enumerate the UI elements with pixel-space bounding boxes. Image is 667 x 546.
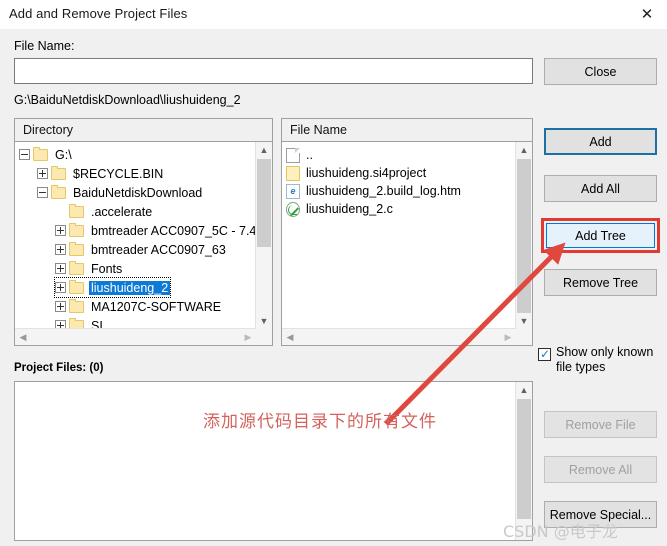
close-icon[interactable]: ✕ [635, 3, 659, 25]
expand-icon[interactable] [55, 244, 66, 255]
window-title: Add and Remove Project Files [9, 6, 188, 21]
show-known-file-types-label: Show only known file types [556, 345, 654, 374]
directory-panel-header: Directory [14, 118, 273, 142]
scroll-left-icon[interactable]: ◀ [282, 329, 298, 345]
file-name-list[interactable]: .. liushuideng.si4project e liushuideng_2.b… [281, 141, 533, 346]
directory-tree[interactable]: G:\ $RECYCLE.BIN BaiduNetdiskDownload .acce… [14, 141, 273, 346]
collapse-icon[interactable] [19, 149, 30, 160]
directory-tree-item[interactable]: .accelerate [55, 202, 154, 221]
directory-tree-item[interactable]: bmtreader ACC0907_63 [55, 240, 228, 259]
scroll-up-icon[interactable]: ▲ [256, 142, 272, 158]
current-path-label: G:\BaiduNetdiskDownload\liushuideng_2 [14, 93, 241, 107]
expand-icon[interactable] [55, 282, 66, 293]
folder-icon [69, 279, 84, 294]
expand-icon[interactable] [55, 263, 66, 274]
scrollbar-corner [516, 329, 532, 345]
directory-tree-item-label: bmtreader ACC0907_63 [91, 242, 226, 257]
file-list-item[interactable]: e liushuideng_2.build_log.htm [286, 182, 461, 200]
directory-tree-item-label: BaiduNetdiskDownload [73, 185, 203, 200]
file-vertical-scrollbar[interactable]: ▲ ▼ [515, 142, 532, 329]
file-name-panel: File Name .. liushuideng.si4project e liush… [281, 118, 533, 346]
directory-tree-item[interactable]: G:\ [19, 145, 74, 164]
file-list-item[interactable]: liushuideng_2.c [286, 200, 393, 218]
directory-vertical-scrollbar[interactable]: ▲ ▼ [255, 142, 272, 329]
file-list-item-label: liushuideng_2.build_log.htm [306, 184, 461, 198]
document-icon [286, 147, 300, 163]
folder-icon [69, 298, 84, 313]
scroll-thumb[interactable] [517, 159, 531, 321]
expand-icon[interactable] [37, 168, 48, 179]
file-name-panel-header: File Name [281, 118, 533, 142]
folder-icon [51, 184, 66, 199]
directory-panel: Directory G:\ $RECYCLE.BIN BaiduNetdiskDow… [14, 118, 273, 346]
file-list-item-label: .. [306, 148, 313, 162]
directory-tree-item-label: bmtreader ACC0907_5C - 7.4 [91, 223, 256, 238]
folder-icon [33, 146, 48, 161]
scrollbar-corner [256, 329, 272, 345]
directory-tree-item[interactable]: liushuideng_2 [53, 277, 172, 298]
expand-icon[interactable] [55, 301, 66, 312]
directory-tree-item[interactable]: MA1207C-SOFTWARE [55, 297, 223, 316]
project-files-label: Project Files: (0) [14, 362, 104, 374]
annotation-text: 添加源代码目录下的所有文件 [203, 412, 437, 432]
directory-tree-item-label: Fonts [91, 261, 123, 276]
watermark-text: CSDN @电子龙 [503, 522, 618, 541]
scroll-down-icon[interactable]: ▼ [256, 313, 272, 329]
scroll-up-icon[interactable]: ▲ [516, 142, 532, 158]
scroll-thumb[interactable] [257, 159, 271, 247]
directory-tree-item-label: $RECYCLE.BIN [73, 166, 164, 181]
c-source-icon [286, 201, 300, 217]
scroll-thumb[interactable] [517, 399, 531, 519]
directory-tree-item[interactable]: bmtreader ACC0907_5C - 7.4 [55, 221, 256, 240]
folder-icon [69, 203, 84, 218]
directory-tree-item-label: liushuideng_2 [89, 280, 171, 295]
add-tree-button[interactable]: Add Tree [546, 223, 655, 248]
file-list-item[interactable]: .. [286, 146, 313, 164]
folder-icon [69, 241, 84, 256]
directory-horizontal-scrollbar[interactable]: ◀ ▶ [15, 328, 256, 345]
project-files-list[interactable]: ▲ [14, 381, 533, 541]
project-files-vertical-scrollbar[interactable]: ▲ [515, 382, 532, 540]
directory-tree-item-label: .accelerate [91, 204, 153, 219]
close-button[interactable]: Close [544, 58, 657, 85]
file-horizontal-scrollbar[interactable]: ◀ ▶ [282, 328, 516, 345]
scroll-left-icon[interactable]: ◀ [15, 329, 31, 345]
directory-tree-item-label: MA1207C-SOFTWARE [91, 299, 222, 314]
expand-icon[interactable] [55, 225, 66, 236]
title-bar: Add and Remove Project Files ✕ [0, 0, 667, 29]
checkmark-icon: ✓ [540, 347, 551, 361]
directory-tree-item[interactable]: Fonts [55, 259, 124, 278]
file-list-item[interactable]: liushuideng.si4project [286, 164, 426, 182]
folder-icon [51, 165, 66, 180]
file-name-label: File Name: [14, 39, 75, 53]
directory-tree-item-label: G:\ [55, 147, 72, 162]
collapse-icon[interactable] [37, 187, 48, 198]
folder-icon [69, 222, 84, 237]
scroll-right-icon[interactable]: ▶ [500, 329, 516, 345]
remove-all-button[interactable]: Remove All [544, 456, 657, 483]
show-known-file-types-checkbox[interactable]: ✓ [538, 348, 551, 361]
file-list-item-label: liushuideng.si4project [306, 166, 427, 180]
add-all-button[interactable]: Add All [544, 175, 657, 202]
add-button[interactable]: Add [544, 128, 657, 155]
scroll-up-icon[interactable]: ▲ [516, 382, 532, 398]
browser-html-icon: e [286, 183, 300, 199]
file-name-input[interactable] [14, 58, 533, 84]
directory-tree-item[interactable]: $RECYCLE.BIN [37, 164, 165, 183]
scroll-right-icon[interactable]: ▶ [240, 329, 256, 345]
remove-file-button[interactable]: Remove File [544, 411, 657, 438]
file-list-item-label: liushuideng_2.c [306, 202, 393, 216]
add-remove-project-files-dialog: Add and Remove Project Files ✕ File Name… [0, 0, 667, 546]
remove-tree-button[interactable]: Remove Tree [544, 269, 657, 296]
folder-icon [69, 260, 84, 275]
scroll-down-icon[interactable]: ▼ [516, 313, 532, 329]
directory-tree-item[interactable]: BaiduNetdiskDownload [37, 183, 204, 202]
folder-file-icon [286, 165, 300, 181]
